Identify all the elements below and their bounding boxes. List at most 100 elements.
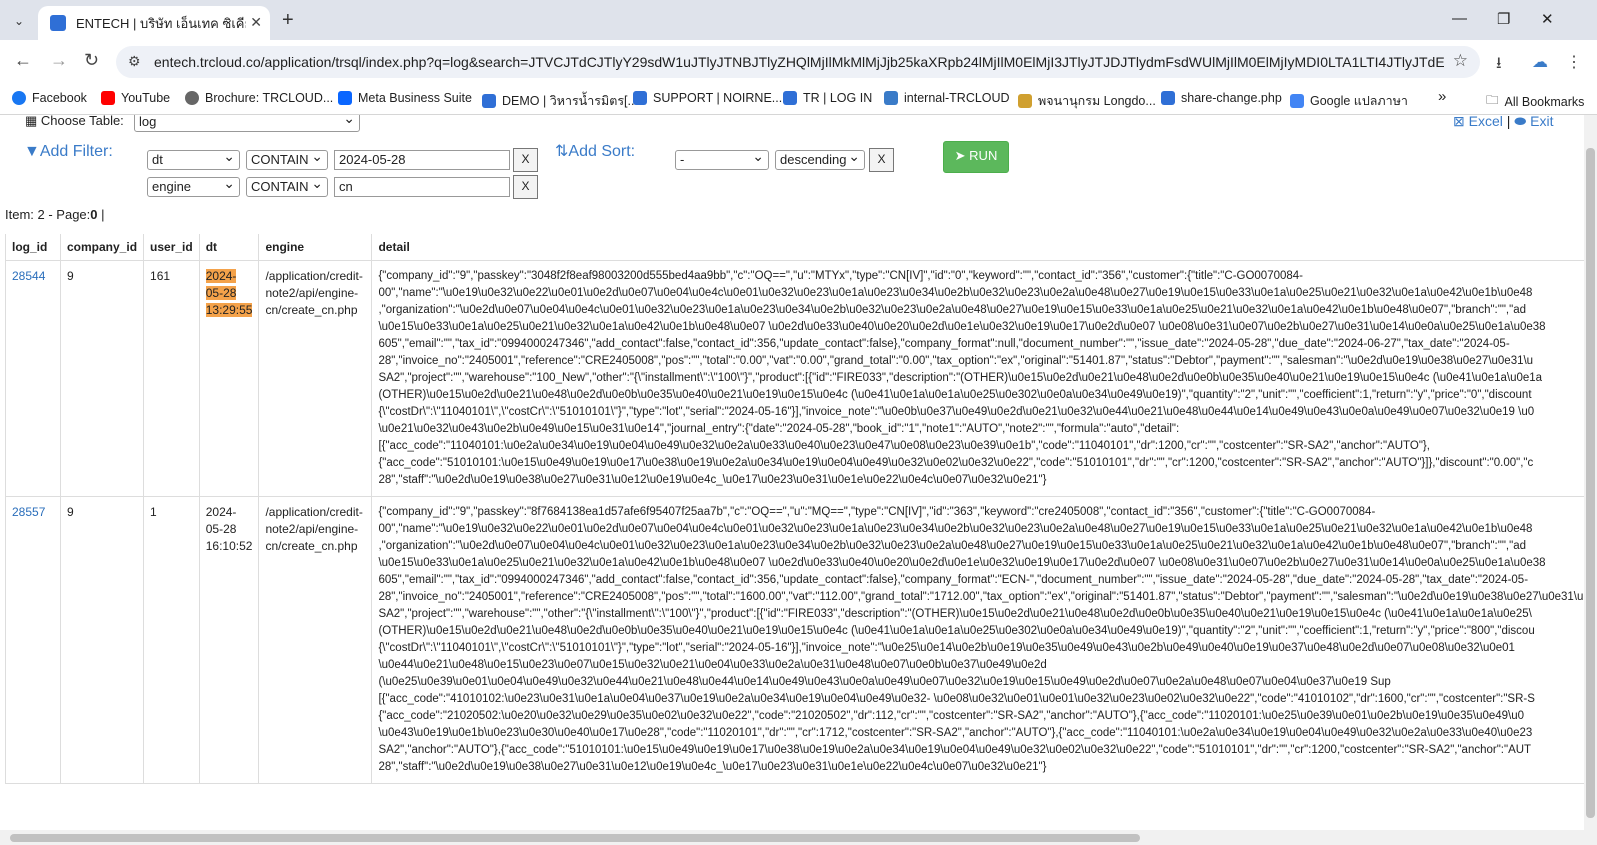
sort-direction-select[interactable]: descending — [775, 147, 865, 170]
table-row: 28557 9 1 2024- 05-28 16:10:52 /applicati… — [5, 496, 1596, 784]
bookmark-facebook[interactable]: Facebook — [12, 91, 87, 105]
company-id-cell: 9 — [59, 260, 145, 497]
address-bar[interactable]: ⚙ entech.trcloud.co/application/trsql/in… — [116, 46, 1480, 78]
dt-cell: 2024- 05-28 16:10:52 — [198, 496, 260, 784]
dt-date: 2024- 05-28 — [205, 505, 237, 536]
link-separator: | — [1506, 115, 1511, 129]
filter-1-operator-select[interactable]: CONTAIN — [246, 147, 328, 170]
vertical-scroll-thumb[interactable] — [1586, 148, 1595, 818]
bookmark-youtube[interactable]: YouTube — [101, 91, 170, 105]
bookmark-star-icon[interactable]: ☆ — [1453, 51, 1468, 71]
table-header-row: log_id company_id user_id dt engine deta… — [5, 234, 1596, 261]
excel-link-wrap: ⊠ Excel | ⬬ Exit — [1453, 115, 1553, 130]
header-log-id[interactable]: log_id — [5, 234, 61, 261]
bookmark-demo[interactable]: DEMO | วิหารน้ำรมิตร[... — [482, 91, 638, 111]
filter-1-column-select[interactable]: dt — [147, 147, 240, 170]
youtube-icon — [101, 91, 115, 105]
close-window-icon[interactable]: ✕ — [1541, 10, 1554, 28]
bookmark-internal[interactable]: internal-TRCLOUD — [884, 91, 1010, 105]
exit-icon: ⬬ — [1514, 115, 1527, 129]
add-filter-button[interactable]: ▼Add Filter: — [24, 143, 113, 161]
restore-icon[interactable]: ❐ — [1497, 10, 1510, 28]
browser-tab-bar: ⌄ ENTECH | บริษัท เอ็นเทค ซิเคียวริตี้ ✕… — [0, 0, 1597, 40]
user-id-cell: 1 — [143, 496, 200, 784]
all-bookmarks[interactable]: 🗀 All Bookmarks — [1486, 91, 1584, 112]
more-bookmarks-button[interactable]: » — [1438, 88, 1446, 105]
company-id-cell: 9 — [59, 496, 145, 784]
filter-1-remove-button[interactable]: X — [513, 148, 538, 172]
browser-menu-icon[interactable]: ⋮ — [1566, 52, 1582, 72]
send-icon: ➤ — [954, 148, 966, 163]
filter-2-value-input[interactable]: cn — [334, 177, 510, 197]
filter-1-value-input[interactable]: 2024-05-28 — [334, 150, 510, 170]
bookmark-meta[interactable]: Meta Business Suite — [338, 91, 472, 105]
tab-search-button[interactable]: ⌄ — [6, 8, 32, 34]
dictionary-icon — [1018, 94, 1032, 108]
translate-icon — [1290, 94, 1304, 108]
horizontal-scrollbar[interactable] — [0, 830, 1597, 845]
forward-icon[interactable]: → — [50, 50, 68, 71]
folder-icon: 🗀 — [1486, 93, 1499, 107]
horizontal-scroll-thumb[interactable] — [10, 834, 1140, 842]
filter-2-remove-button[interactable]: X — [513, 175, 538, 199]
sort-remove-button[interactable]: X — [869, 148, 894, 172]
vertical-scrollbar[interactable] — [1584, 115, 1597, 830]
sort-column-select[interactable]: - — [675, 147, 769, 170]
download-icon[interactable]: ⭳ — [1496, 52, 1502, 79]
back-icon[interactable]: ← — [14, 50, 32, 71]
bookmark-brochure[interactable]: Brochure: TRCLOUD... — [185, 91, 333, 105]
table-select[interactable]: log — [134, 115, 360, 132]
new-tab-button[interactable]: + — [282, 9, 294, 32]
choose-table-label: Choose Table: — [40, 115, 124, 128]
log-table: log_id company_id user_id dt engine deta… — [5, 234, 1596, 784]
site-icon — [482, 94, 496, 108]
site-icon — [633, 91, 647, 105]
site-icon — [783, 91, 797, 105]
log-id-link[interactable]: 28544 — [12, 269, 45, 283]
bookmark-share-change[interactable]: share-change.php — [1161, 91, 1282, 105]
run-button[interactable]: ➤ RUN — [943, 141, 1009, 173]
page-number: 0 — [90, 207, 98, 222]
excel-icon: ⊠ — [1453, 115, 1465, 129]
url-text[interactable]: entech.trcloud.co/application/trsql/inde… — [154, 54, 1444, 70]
detail-cell: {"company_id":"9","passkey":"8f7684138ea… — [371, 496, 1596, 784]
site-favicon-icon — [50, 15, 66, 31]
engine-cell: /application/credit- note2/api/engine- c… — [258, 496, 373, 784]
page-content: ▦ Choose Table: log ⊠ Excel | ⬬ Exit ▼Ad… — [0, 115, 1597, 830]
bookmark-support[interactable]: SUPPORT | NOIRNE... — [633, 91, 782, 105]
dt-date-highlight: 2024- 05-28 — [205, 269, 237, 300]
extension-cloud-icon[interactable]: ☁ — [1532, 52, 1548, 72]
detail-cell: {"company_id":"9","passkey":"3048f2f8eaf… — [371, 260, 1596, 497]
bookmarks-bar: Facebook YouTube Brochure: TRCLOUD... Me… — [0, 86, 1597, 115]
filter-2-operator-select[interactable]: CONTAIN — [246, 174, 328, 197]
minimize-icon[interactable]: — — [1452, 10, 1467, 27]
user-id-cell: 161 — [143, 260, 200, 497]
reload-icon[interactable]: ↻ — [84, 50, 99, 71]
dt-time-highlight: 13:29:55 — [205, 303, 253, 317]
excel-link[interactable]: Excel — [1469, 115, 1503, 129]
header-company-id[interactable]: company_id — [59, 234, 145, 261]
header-dt[interactable]: dt — [198, 234, 260, 261]
header-user-id[interactable]: user_id — [143, 234, 200, 261]
filter-icon: ▼ — [24, 143, 40, 160]
engine-cell: /application/credit- note2/api/engine- c… — [258, 260, 373, 497]
log-id-link[interactable]: 28557 — [12, 505, 45, 519]
header-detail[interactable]: detail — [371, 234, 1596, 261]
browser-tab[interactable]: ENTECH | บริษัท เอ็นเทค ซิเคียวริตี้ ✕ — [38, 6, 270, 40]
site-icon — [1161, 91, 1175, 105]
close-tab-icon[interactable]: ✕ — [250, 14, 262, 31]
exit-link[interactable]: Exit — [1530, 115, 1553, 129]
choose-table-row: ▦ Choose Table: — [25, 115, 124, 129]
dt-time: 16:10:52 — [205, 539, 253, 553]
bookmark-google-translate[interactable]: Google แปลภาษา — [1290, 91, 1408, 111]
site-info-icon[interactable]: ⚙ — [128, 53, 141, 70]
header-engine[interactable]: engine — [258, 234, 373, 261]
facebook-icon — [12, 91, 26, 105]
filter-2-column-select[interactable]: engine — [147, 174, 240, 197]
layers-icon — [884, 91, 898, 105]
add-sort-button[interactable]: ⇅Add Sort: — [555, 141, 635, 161]
dt-cell: 2024- 05-28 13:29:55 — [198, 260, 260, 497]
bookmark-longdo[interactable]: พจนานุกรม Longdo... — [1018, 91, 1156, 111]
globe-icon — [185, 91, 199, 105]
bookmark-tr-login[interactable]: TR | LOG IN — [783, 91, 872, 105]
